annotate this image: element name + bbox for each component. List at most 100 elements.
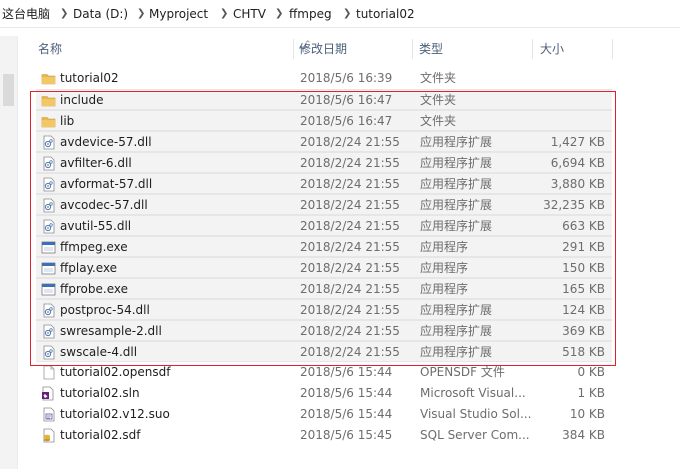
file-size: 150 KB bbox=[562, 261, 605, 275]
chevron-right-icon[interactable]: ❯ bbox=[343, 5, 351, 23]
file-row[interactable]: tutorial02 2018/5/6 16:39 文件夹 bbox=[36, 68, 612, 89]
exe-file-icon bbox=[41, 261, 56, 276]
dll-file-icon bbox=[41, 324, 56, 339]
sdf-file-icon bbox=[41, 428, 56, 443]
file-row[interactable]: avcodec-57.dll 2018/2/24 21:55 应用程序扩展 32,23… bbox=[36, 194, 612, 215]
file-modified-date: 2018/2/24 21:55 bbox=[300, 135, 400, 149]
file-size: 369 KB bbox=[562, 324, 605, 338]
file-modified-date: 2018/2/24 21:55 bbox=[300, 240, 400, 254]
file-type: Microsoft Visual... bbox=[420, 386, 526, 400]
dll-file-icon bbox=[41, 303, 56, 318]
file-type: SQL Server Com... bbox=[420, 428, 530, 442]
file-modified-date: 2018/2/24 21:55 bbox=[300, 156, 400, 170]
file-name: ffplay.exe bbox=[60, 261, 118, 275]
breadcrumb-chtv[interactable]: CHTV bbox=[233, 5, 266, 23]
navigation-scrollbar-thumb[interactable] bbox=[3, 74, 14, 106]
folder-icon bbox=[41, 93, 56, 108]
column-divider[interactable] bbox=[412, 39, 413, 59]
file-name: swresample-2.dll bbox=[60, 324, 162, 338]
file-modified-date: 2018/2/24 21:55 bbox=[300, 177, 400, 191]
file-size: 0 KB bbox=[577, 365, 605, 379]
file-row[interactable]: swscale-4.dll 2018/2/24 21:55 应用程序扩展 518 KB bbox=[36, 341, 612, 362]
exe-file-icon bbox=[41, 282, 56, 297]
file-row[interactable]: postproc-54.dll 2018/2/24 21:55 应用程序扩展 124 … bbox=[36, 299, 612, 320]
column-divider[interactable] bbox=[612, 39, 613, 59]
exe-file-icon bbox=[41, 240, 56, 255]
file-name: ffmpeg.exe bbox=[60, 240, 128, 254]
file-type: 应用程序扩展 bbox=[420, 303, 493, 317]
file-row[interactable]: tutorial02.sdf 2018/5/6 15:45 SQL Server C… bbox=[36, 425, 612, 446]
file-name: lib bbox=[60, 114, 75, 128]
address-bar[interactable]: 这台电脑 ❯ Data (D:) ❯ Myproject ❯ CHTV ❯ ff… bbox=[0, 0, 680, 28]
dll-file-icon bbox=[41, 219, 56, 234]
chevron-right-icon[interactable]: ❯ bbox=[275, 5, 283, 23]
file-size: 6,694 KB bbox=[550, 156, 605, 170]
folder-icon bbox=[41, 71, 56, 86]
chevron-right-icon[interactable]: ❯ bbox=[60, 5, 68, 23]
file-type: 应用程序 bbox=[420, 261, 469, 275]
sln-file-icon bbox=[41, 386, 56, 401]
file-size bbox=[536, 111, 605, 132]
file-name: include bbox=[60, 93, 104, 107]
file-size bbox=[536, 90, 605, 111]
file-modified-date: 2018/2/24 21:55 bbox=[300, 198, 400, 212]
file-type: 应用程序扩展 bbox=[420, 345, 493, 359]
file-type: 文件夹 bbox=[420, 71, 457, 85]
file-row[interactable]: tutorial02.sln 2018/5/6 15:44 Microsoft Vi… bbox=[36, 383, 612, 404]
file-name: avfilter-6.dll bbox=[60, 156, 132, 170]
file-name: avformat-57.dll bbox=[60, 177, 153, 191]
file-row[interactable]: tutorial02.opensdf 2018/5/6 15:44 OPENSDF … bbox=[36, 362, 612, 383]
file-name: tutorial02.sdf bbox=[60, 428, 141, 442]
file-modified-date: 2018/5/6 15:44 bbox=[300, 407, 393, 421]
file-modified-date: 2018/5/6 15:45 bbox=[300, 428, 393, 442]
breadcrumb-tutorial02[interactable]: tutorial02 bbox=[356, 5, 415, 23]
file-name: tutorial02 bbox=[60, 71, 119, 85]
file-row[interactable]: avutil-55.dll 2018/2/24 21:55 应用程序扩展 663 KB bbox=[36, 215, 612, 236]
file-size: 10 KB bbox=[569, 407, 605, 421]
file-type: 应用程序扩展 bbox=[420, 198, 493, 212]
column-header-name[interactable]: 名称 bbox=[38, 36, 62, 62]
column-header-size[interactable]: 大小 bbox=[540, 36, 564, 62]
file-type: 应用程序 bbox=[420, 282, 469, 296]
file-modified-date: 2018/2/24 21:55 bbox=[300, 261, 400, 275]
file-size: 518 KB bbox=[562, 345, 605, 359]
dll-file-icon bbox=[41, 345, 56, 360]
file-row[interactable]: swresample-2.dll 2018/2/24 21:55 应用程序扩展 369… bbox=[36, 320, 612, 341]
file-row[interactable]: include 2018/5/6 16:47 文件夹 bbox=[36, 89, 612, 110]
file-name: avdevice-57.dll bbox=[60, 135, 152, 149]
column-divider[interactable] bbox=[532, 39, 533, 59]
file-type: 应用程序扩展 bbox=[420, 324, 493, 338]
file-modified-date: 2018/2/24 21:55 bbox=[300, 282, 400, 296]
file-modified-date: 2018/5/6 15:44 bbox=[300, 365, 393, 379]
suo-file-icon bbox=[41, 407, 56, 422]
breadcrumb-ffmpeg[interactable]: ffmpeg bbox=[289, 5, 332, 23]
navigation-pane[interactable] bbox=[0, 36, 18, 469]
column-divider[interactable] bbox=[293, 39, 294, 59]
breadcrumb-myproject[interactable]: Myproject bbox=[149, 5, 208, 23]
breadcrumb-data-drive[interactable]: Data (D:) bbox=[73, 5, 128, 23]
dll-file-icon bbox=[41, 198, 56, 213]
file-size: 165 KB bbox=[562, 282, 605, 296]
file-row[interactable]: avdevice-57.dll 2018/2/24 21:55 应用程序扩展 1,42… bbox=[36, 131, 612, 152]
chevron-right-icon[interactable]: ❯ bbox=[137, 5, 145, 23]
file-row[interactable]: ffplay.exe 2018/2/24 21:55 应用程序 150 KB bbox=[36, 257, 612, 278]
file-size: 32,235 KB bbox=[543, 198, 605, 212]
file-row[interactable]: tutorial02.v12.suo 2018/5/6 15:44 Visual S… bbox=[36, 404, 612, 425]
folder-icon bbox=[41, 114, 56, 129]
file-size: 291 KB bbox=[562, 240, 605, 254]
file-size: 3,880 KB bbox=[550, 177, 605, 191]
chevron-right-icon[interactable]: ❯ bbox=[220, 5, 228, 23]
file-modified-date: 2018/2/24 21:55 bbox=[300, 324, 400, 338]
file-row[interactable]: lib 2018/5/6 16:47 文件夹 bbox=[36, 110, 612, 131]
column-header-date[interactable]: 修改日期 bbox=[299, 36, 347, 62]
dll-file-icon bbox=[41, 177, 56, 192]
file-row[interactable]: avfilter-6.dll 2018/2/24 21:55 应用程序扩展 6,694… bbox=[36, 152, 612, 173]
dll-file-icon bbox=[41, 135, 56, 150]
breadcrumb-this-pc[interactable]: 这台电脑 bbox=[2, 5, 50, 23]
file-row[interactable]: ffmpeg.exe 2018/2/24 21:55 应用程序 291 KB bbox=[36, 236, 612, 257]
file-row[interactable]: avformat-57.dll 2018/2/24 21:55 应用程序扩展 3,88… bbox=[36, 173, 612, 194]
file-type: 应用程序 bbox=[420, 240, 469, 254]
column-header-type[interactable]: 类型 bbox=[419, 36, 443, 62]
file-size: 663 KB bbox=[562, 219, 605, 233]
file-row[interactable]: ffprobe.exe 2018/2/24 21:55 应用程序 165 KB bbox=[36, 278, 612, 299]
